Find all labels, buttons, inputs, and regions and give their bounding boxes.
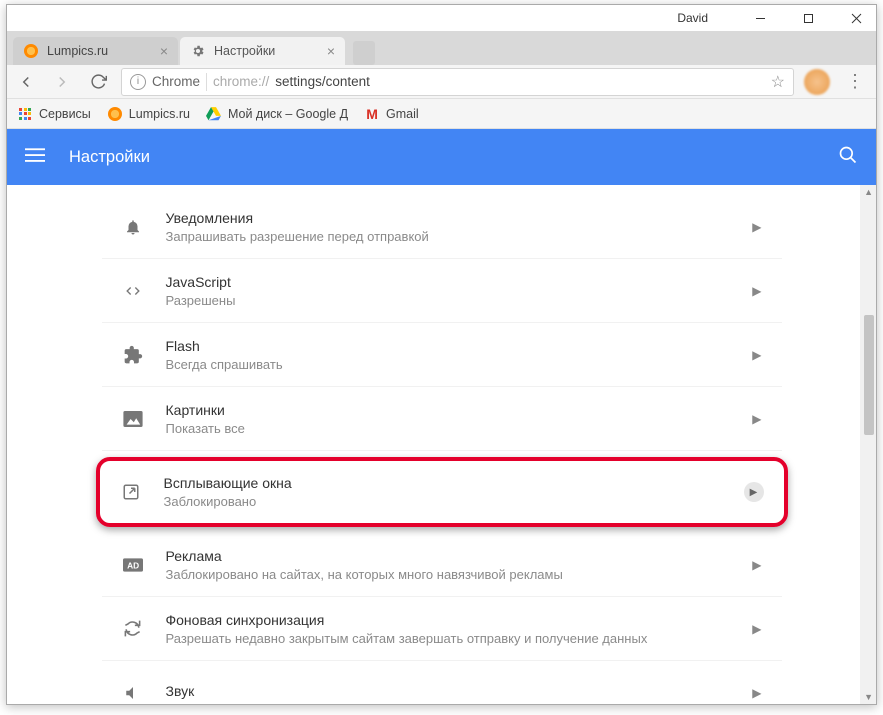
window-titlebar: David [7, 5, 876, 31]
new-tab-button[interactable] [353, 41, 375, 65]
code-icon [122, 280, 144, 302]
chevron-right-icon: ▶ [752, 412, 761, 426]
setting-text: Flash Всегда спрашивать [166, 338, 753, 372]
setting-row-bell[interactable]: Уведомления Запрашивать разрешение перед … [102, 195, 782, 259]
tab-label: Настройки [214, 44, 275, 58]
tab-close-icon[interactable]: × [160, 43, 168, 59]
popup-icon [120, 481, 142, 503]
setting-title: Реклама [166, 548, 753, 564]
setting-subtitle: Разрешать недавно закрытым сайтам заверш… [166, 631, 753, 646]
puzzle-icon [122, 344, 144, 366]
address-bar[interactable]: i Chrome chrome:// settings/content ☆ [121, 68, 794, 96]
setting-row-puzzle[interactable]: Flash Всегда спрашивать▶ [102, 323, 782, 387]
tabstrip: Lumpics.ru × Настройки × [7, 31, 876, 65]
search-icon[interactable] [838, 145, 858, 170]
bell-icon [122, 216, 144, 238]
window-user: David [677, 11, 708, 25]
reload-button[interactable] [85, 69, 111, 95]
setting-row-code[interactable]: JavaScript Разрешены▶ [102, 259, 782, 323]
chevron-right-icon: ▶ [752, 348, 761, 362]
chevron-right-icon: ▶ [744, 482, 764, 502]
setting-title: Всплывающие окна [164, 475, 744, 491]
origin-label: Chrome [152, 74, 200, 89]
divider [206, 73, 207, 91]
gear-icon [190, 43, 206, 59]
scroll-down-icon[interactable]: ▼ [864, 692, 873, 702]
setting-title: Уведомления [166, 210, 753, 226]
setting-row-image[interactable]: Картинки Показать все▶ [102, 387, 782, 451]
back-button[interactable] [13, 69, 39, 95]
bookmark-star-icon[interactable]: ☆ [771, 72, 785, 92]
tab-label: Lumpics.ru [47, 44, 108, 58]
lumpics-favicon [23, 43, 39, 59]
bookmark-label: Сервисы [39, 107, 91, 121]
menu-button[interactable]: ⋮ [840, 71, 870, 92]
profile-avatar[interactable] [804, 69, 830, 95]
forward-button[interactable] [49, 69, 75, 95]
tab-lumpics[interactable]: Lumpics.ru × [13, 37, 178, 65]
setting-title: Звук [166, 683, 753, 699]
setting-title: Flash [166, 338, 753, 354]
chevron-right-icon: ▶ [752, 558, 761, 572]
scroll-thumb[interactable] [864, 315, 874, 435]
setting-text: JavaScript Разрешены [166, 274, 753, 308]
page-title: Настройки [69, 148, 150, 167]
bookmark-gmail[interactable]: M Gmail [364, 106, 419, 122]
bookmark-drive[interactable]: Мой диск – Google Д [206, 106, 348, 122]
sound-icon [122, 682, 144, 704]
bookmark-label: Мой диск – Google Д [228, 107, 348, 121]
setting-row-popup[interactable]: Всплывающие окна Заблокировано▶ [96, 457, 788, 527]
chevron-right-icon: ▶ [752, 622, 761, 636]
minimize-button[interactable] [746, 8, 774, 28]
setting-subtitle: Разрешены [166, 293, 753, 308]
setting-title: JavaScript [166, 274, 753, 290]
setting-subtitle: Показать все [166, 421, 753, 436]
setting-text: Реклама Заблокировано на сайтах, на котор… [166, 548, 753, 582]
setting-text: Всплывающие окна Заблокировано [164, 475, 744, 509]
chevron-right-icon: ▶ [752, 220, 761, 234]
settings-header: Настройки [7, 129, 876, 185]
tab-settings[interactable]: Настройки × [180, 37, 345, 65]
apps-icon [17, 106, 33, 122]
apps-shortcut[interactable]: Сервисы [17, 106, 91, 122]
setting-text: Уведомления Запрашивать разрешение перед … [166, 210, 753, 244]
ad-icon: AD [122, 554, 144, 576]
chevron-right-icon: ▶ [752, 686, 761, 700]
sync-icon [122, 618, 144, 640]
gmail-icon: M [364, 106, 380, 122]
bookmark-lumpics[interactable]: Lumpics.ru [107, 106, 190, 122]
toolbar: i Chrome chrome:// settings/content ☆ ⋮ [7, 65, 876, 99]
setting-subtitle: Заблокировано [164, 494, 744, 509]
lumpics-icon [107, 106, 123, 122]
bookmarks-bar: Сервисы Lumpics.ru Мой диск – Google Д M… [7, 99, 876, 129]
image-icon [122, 408, 144, 430]
scrollbar[interactable]: ▲ ▼ [860, 185, 876, 704]
setting-row-sound[interactable]: Звук▶ [102, 661, 782, 704]
url-path: settings/content [275, 74, 370, 89]
setting-text: Фоновая синхронизация Разрешать недавно з… [166, 612, 753, 646]
bookmark-label: Gmail [386, 107, 419, 121]
url-scheme: chrome:// [213, 74, 269, 89]
bookmark-label: Lumpics.ru [129, 107, 190, 121]
setting-row-sync[interactable]: Фоновая синхронизация Разрешать недавно з… [102, 597, 782, 661]
tab-close-icon[interactable]: × [327, 43, 335, 59]
setting-text: Звук [166, 683, 753, 702]
setting-row-ad[interactable]: AD Реклама Заблокировано на сайтах, на кот… [102, 533, 782, 597]
setting-title: Картинки [166, 402, 753, 418]
setting-subtitle: Заблокировано на сайтах, на которых мног… [166, 567, 753, 582]
close-button[interactable] [842, 8, 870, 28]
drive-icon [206, 106, 222, 122]
scroll-up-icon[interactable]: ▲ [864, 187, 873, 197]
chevron-right-icon: ▶ [752, 284, 761, 298]
setting-subtitle: Всегда спрашивать [166, 357, 753, 372]
setting-title: Фоновая синхронизация [166, 612, 753, 628]
svg-text:AD: AD [127, 560, 139, 570]
site-info-icon[interactable]: i [130, 74, 146, 90]
hamburger-icon[interactable] [25, 145, 47, 170]
setting-subtitle: Запрашивать разрешение перед отправкой [166, 229, 753, 244]
content-area: Уведомления Запрашивать разрешение перед … [7, 185, 876, 704]
setting-text: Картинки Показать все [166, 402, 753, 436]
maximize-button[interactable] [794, 8, 822, 28]
